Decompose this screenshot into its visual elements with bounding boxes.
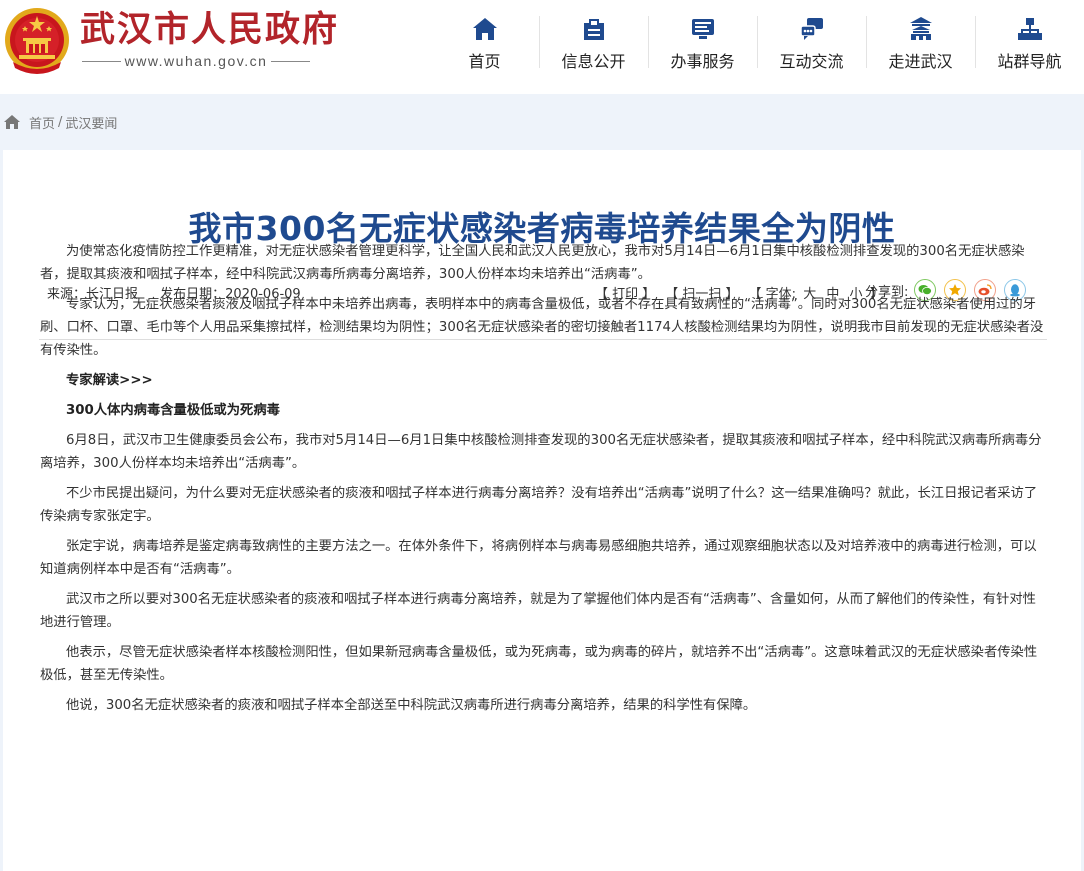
section-heading: 专家解读>>> (40, 369, 1047, 392)
nav-item-services[interactable]: 办事服务 (648, 0, 757, 94)
national-emblem-icon[interactable] (3, 6, 71, 76)
home-icon (472, 18, 497, 40)
chat-icon (799, 18, 823, 40)
section-heading-text: 专家解读>>> (66, 373, 153, 388)
body-paragraph: 武汉市之所以要对300名无症状感染者的痰液和咽拭子样本进行病毒分离培养，就是为了… (40, 588, 1047, 634)
nav-label: 信息公开 (561, 52, 626, 71)
body-paragraph: 为使常态化疫情防控工作更精准，对无症状感染者管理更科学，让全国人民和武汉人民更放… (40, 240, 1047, 286)
site-url: www.wuhan.gov.cn (82, 53, 310, 69)
body-paragraph: 他表示，尽管无症状感染者样本核酸检测阳性，但如果新冠病毒含量极低，或为死病毒，或… (40, 641, 1047, 687)
paragraph-text: 张定宇说，病毒培养是鉴定病毒致病性的主要方法之一。在体外条件下，将病例样本与病毒… (40, 539, 1037, 577)
paragraph-text: 他表示，尽管无症状感染者样本核酸检测阳性，但如果新冠病毒含量极低，或为死病毒，或… (40, 645, 1038, 683)
document-icon (583, 19, 604, 40)
breadcrumb-separator: / (58, 114, 63, 130)
nav-label: 互动交流 (779, 52, 844, 71)
sitemap-icon (1017, 18, 1042, 40)
paragraph-text: 不少市民提出疑问，为什么要对无症状感染者的痰液和咽拭子样本进行病毒分离培养？没有… (40, 486, 1038, 524)
nav-label: 首页 (468, 52, 501, 71)
site-header: 武汉市人民政府 www.wuhan.gov.cn 首页 信息公开 办事服务 互动… (0, 0, 1084, 94)
breadcrumb: 首页 / 武汉要闻 (0, 108, 117, 136)
body-paragraph: 专家认为，无症状感染者痰液及咽拭子样本中未培养出病毒，表明样本中的病毒含量极低，… (40, 293, 1047, 362)
paragraph-text: 专家认为，无症状感染者痰液及咽拭子样本中未培养出病毒，表明样本中的病毒含量极低，… (40, 297, 1044, 358)
nav-item-info[interactable]: 信息公开 (539, 0, 648, 94)
nav-item-interaction[interactable]: 互动交流 (757, 0, 866, 94)
site-name[interactable]: 武汉市人民政府 (80, 10, 339, 50)
body-paragraph: 张定宇说，病毒培养是鉴定病毒致病性的主要方法之一。在体外条件下，将病例样本与病毒… (40, 535, 1047, 581)
nav-label: 办事服务 (670, 52, 735, 71)
monitor-icon (691, 19, 714, 39)
building-icon (909, 17, 932, 40)
section-subheading-text: 300人体内病毒含量极低或为死病毒 (66, 403, 280, 418)
paragraph-text: 为使常态化疫情防控工作更精准，对无症状感染者管理更科学，让全国人民和武汉人民更放… (40, 244, 1025, 282)
paragraph-text: 他说，300名无症状感染者的痰液和咽拭子样本全部送至中科院武汉病毒所进行病毒分离… (66, 698, 757, 713)
nav-item-home[interactable]: 首页 (430, 0, 539, 94)
paragraph-text: 6月8日，武汉市卫生健康委员会公布，我市对5月14日—6月1日集中核酸检测排查发… (40, 433, 1042, 471)
breadcrumb-home-link[interactable]: 首页 (29, 113, 55, 132)
url-divider-right (271, 60, 310, 62)
section-subheading: 300人体内病毒含量极低或为死病毒 (40, 399, 1047, 422)
url-divider-left (82, 60, 121, 62)
body-paragraph: 6月8日，武汉市卫生健康委员会公布，我市对5月14日—6月1日集中核酸检测排查发… (40, 429, 1047, 475)
site-url-text: www.wuhan.gov.cn (124, 53, 268, 69)
nav-label: 站群导航 (997, 52, 1062, 71)
main-nav: 首页 信息公开 办事服务 互动交流 走进武汉 站群导航 (430, 0, 1084, 94)
body-paragraph: 不少市民提出疑问，为什么要对无症状感染者的痰液和咽拭子样本进行病毒分离培养？没有… (40, 482, 1047, 528)
breadcrumb-current-link[interactable]: 武汉要闻 (65, 113, 117, 132)
paragraph-text: 武汉市之所以要对300名无症状感染者的痰液和咽拭子样本进行病毒分离培养，就是为了… (40, 592, 1036, 630)
body-paragraph: 他说，300名无症状感染者的痰液和咽拭子样本全部送至中科院武汉病毒所进行病毒分离… (40, 694, 1047, 717)
nav-item-about-wuhan[interactable]: 走进武汉 (866, 0, 975, 94)
article-body: 为使常态化疫情防控工作更精准，对无症状感染者管理更科学，让全国人民和武汉人民更放… (40, 240, 1047, 724)
nav-label: 走进武汉 (888, 52, 953, 71)
home-icon (4, 115, 20, 129)
nav-item-site-nav[interactable]: 站群导航 (975, 0, 1084, 94)
